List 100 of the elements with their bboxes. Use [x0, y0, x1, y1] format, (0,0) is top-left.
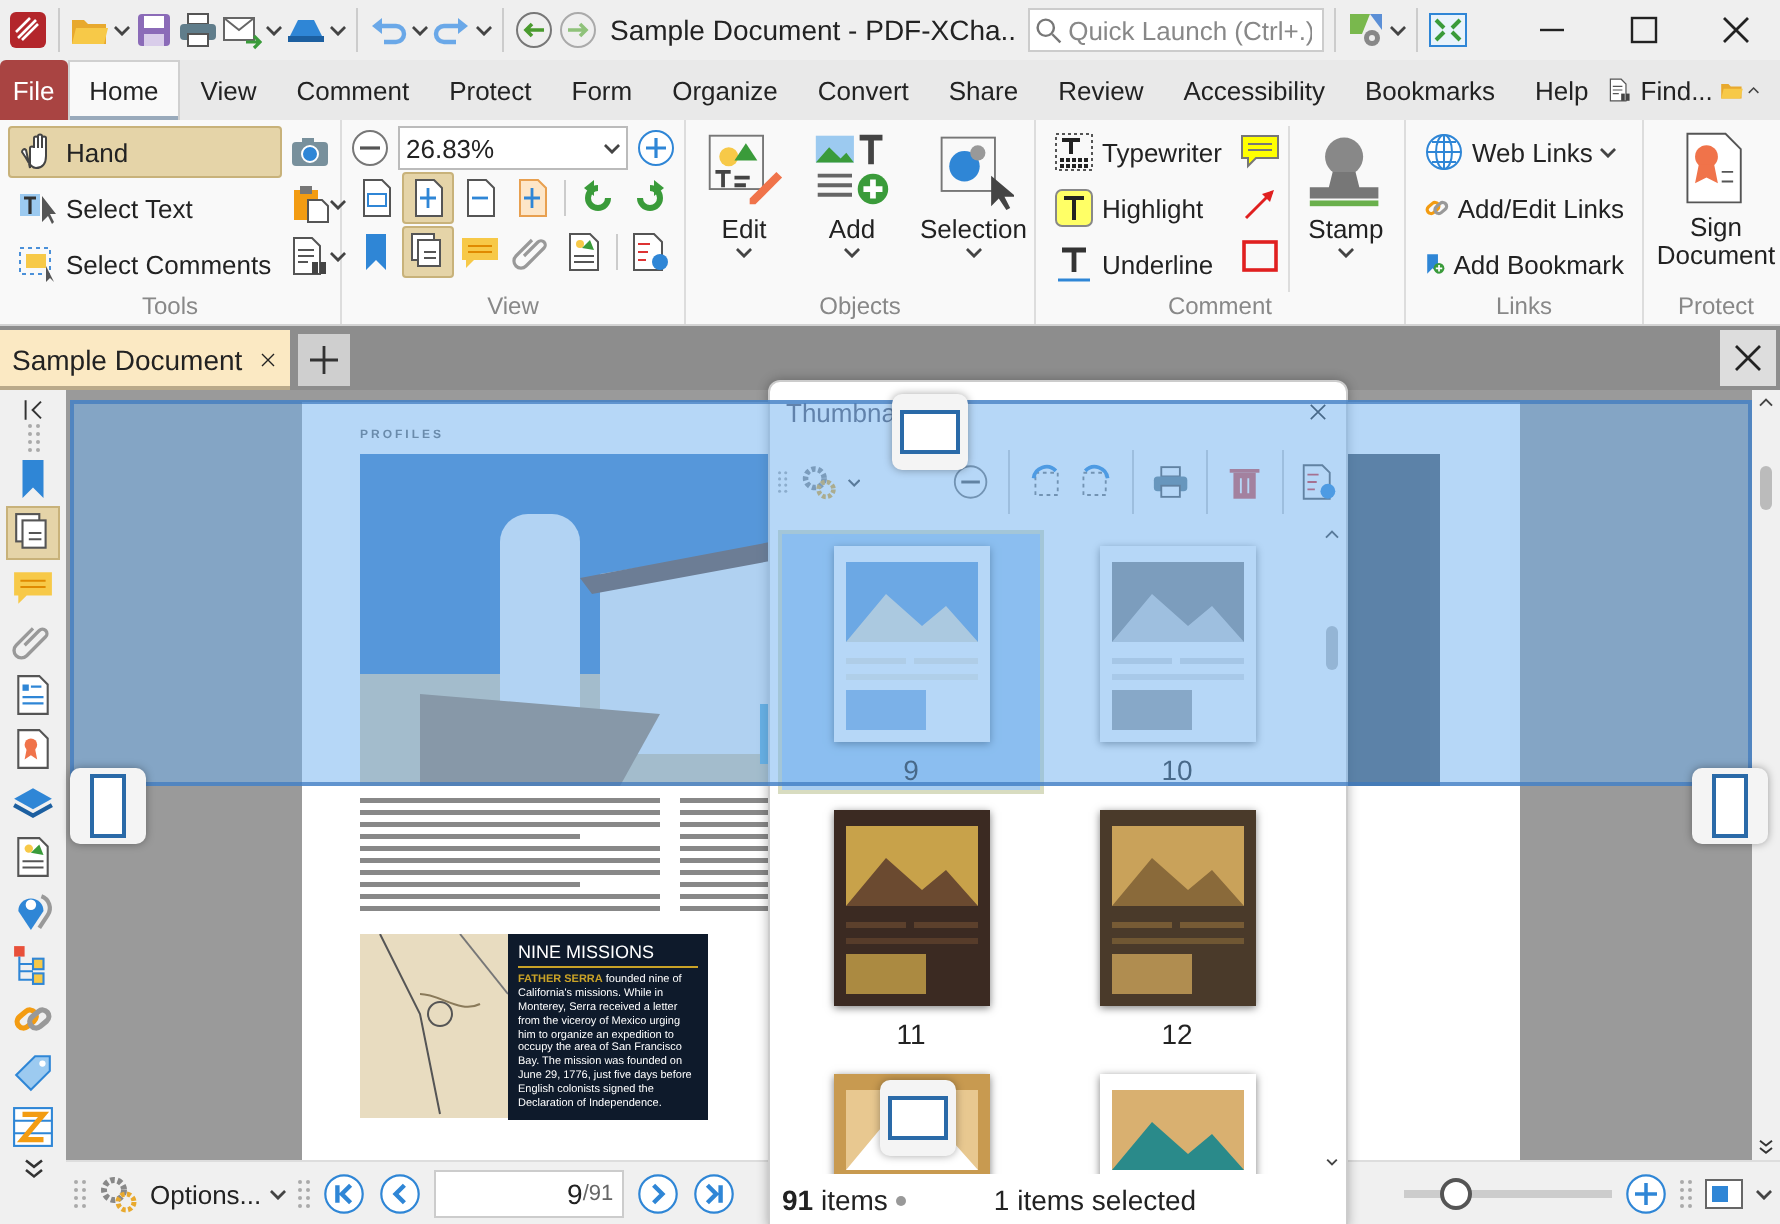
- ribbon-tab[interactable]: Protect: [429, 60, 552, 120]
- box-heading: NINE MISSIONS: [518, 942, 698, 968]
- ribbon-button[interactable]: Selection: [910, 126, 1037, 292]
- new-tab-button[interactable]: [298, 334, 351, 386]
- dock-left-button[interactable]: [70, 768, 146, 844]
- add-icon: [812, 130, 892, 210]
- print-icon[interactable]: [178, 10, 218, 50]
- link-tool-button[interactable]: Add Bookmark: [1413, 238, 1634, 290]
- zoom-combo[interactable]: 26.83%: [398, 126, 628, 170]
- stamp-button[interactable]: Stamp: [1287, 126, 1396, 292]
- file-menu[interactable]: File: [0, 60, 68, 120]
- form-document-icon[interactable]: [12, 674, 54, 716]
- document-image-icon[interactable]: [564, 232, 604, 272]
- ribbon-tab[interactable]: View: [180, 60, 277, 120]
- document-image-icon[interactable]: [12, 836, 54, 878]
- zoom-in-icon[interactable]: [636, 128, 676, 168]
- ribbon-tab[interactable]: Bookmarks: [1345, 60, 1516, 120]
- link-tool-button[interactable]: Add/Edit Links: [1413, 182, 1634, 234]
- ribbon-button[interactable]: Add: [802, 126, 902, 292]
- ribbon-tab[interactable]: Accessibility: [1163, 60, 1346, 120]
- tool-button[interactable]: Hand: [8, 126, 282, 178]
- find-button[interactable]: Find...: [1632, 60, 1721, 120]
- zoom-in-icon[interactable]: [1624, 1172, 1668, 1216]
- tool-button[interactable]: Select Text: [8, 182, 282, 234]
- typewriter-icon: [1054, 132, 1094, 172]
- grip-icon: [74, 1180, 86, 1208]
- search-icon: [1036, 17, 1063, 43]
- separator-dot: [895, 1195, 906, 1205]
- panel-title: Thumbna: [786, 397, 896, 427]
- previous-page-icon[interactable]: [377, 1172, 422, 1216]
- zoom-out-icon[interactable]: [350, 128, 390, 168]
- highlight-icon: [1054, 188, 1094, 228]
- collapse-icon[interactable]: [19, 396, 47, 424]
- page-number: 11: [896, 1018, 926, 1050]
- dock-right-button[interactable]: [1692, 768, 1768, 844]
- close-document-button[interactable]: [1720, 330, 1776, 386]
- caret-icon: [114, 25, 130, 35]
- camera-icon[interactable]: [289, 132, 330, 172]
- options-gear-icon[interactable]: [98, 1174, 138, 1214]
- minimize-icon: [1540, 28, 1564, 32]
- document-settings-icon[interactable]: [630, 232, 670, 272]
- comment-icon[interactable]: [460, 232, 500, 272]
- ribbon-tab[interactable]: Help: [1515, 60, 1609, 120]
- rectangle-icon[interactable]: [1239, 236, 1280, 276]
- ribbon-tab[interactable]: Home: [67, 60, 181, 120]
- ribbon-tab[interactable]: Review: [1038, 60, 1164, 120]
- next-page-icon[interactable]: [635, 1172, 680, 1216]
- comment-icon[interactable]: [12, 566, 54, 608]
- ribbon-tab[interactable]: Organize: [652, 60, 798, 120]
- thumbnail[interactable]: 12: [1044, 794, 1310, 1058]
- caret-icon: [1756, 1189, 1772, 1199]
- ribbon-tab[interactable]: Convert: [797, 60, 929, 120]
- scroll-thumb[interactable]: [1760, 466, 1772, 510]
- ribbon-tab[interactable]: Comment: [276, 60, 430, 120]
- clipboard-icon[interactable]: [289, 184, 330, 224]
- caret-icon: [736, 248, 752, 258]
- fullscreen-icon[interactable]: [1428, 10, 1469, 50]
- save-icon[interactable]: [134, 10, 174, 50]
- document-binoculars-icon[interactable]: [289, 236, 330, 276]
- grip-icon: [1680, 1180, 1692, 1208]
- settings-icon[interactable]: [1346, 10, 1387, 50]
- page-number-field[interactable]: 9/91: [433, 1170, 624, 1218]
- tag-icon[interactable]: [12, 1052, 54, 1094]
- tool-button[interactable]: Select Comments: [8, 238, 282, 290]
- close-icon[interactable]: [258, 350, 279, 370]
- location-pin-icon[interactable]: [12, 890, 54, 932]
- caret-icon: [266, 25, 282, 35]
- z-document-icon[interactable]: [12, 1106, 54, 1148]
- arrow-icon[interactable]: [1239, 184, 1280, 224]
- forward-icon[interactable]: [558, 10, 598, 50]
- comment-tool-button[interactable]: Highlight: [1044, 182, 1232, 234]
- dock-top-button[interactable]: [892, 394, 968, 470]
- window-title: Sample Document - PDF-XCha..: [610, 14, 1017, 46]
- comment-tool-button[interactable]: Underline: [1044, 238, 1232, 290]
- options-button[interactable]: Options...: [150, 1179, 286, 1209]
- back-icon[interactable]: [514, 10, 554, 50]
- sign-document-button[interactable]: Sign Document: [1651, 126, 1780, 292]
- group-label: View: [485, 292, 541, 324]
- callout-icon[interactable]: [1239, 132, 1280, 172]
- globe-icon: [1423, 132, 1464, 172]
- dock-bottom-button[interactable]: [880, 1080, 956, 1156]
- scroll-down-icon[interactable]: [1754, 1136, 1778, 1160]
- caret-icon: [1337, 248, 1354, 258]
- ribbon-tab[interactable]: Form: [551, 60, 653, 120]
- view-mode-icon[interactable]: [1704, 1174, 1744, 1214]
- quick-launch-field[interactable]: Quick Launch (Ctrl+.): [1028, 8, 1325, 52]
- first-page-icon[interactable]: [321, 1172, 366, 1216]
- select-comments-icon: [18, 244, 58, 284]
- caret-icon: [412, 25, 428, 35]
- comment-tool-button[interactable]: Typewriter: [1044, 126, 1232, 178]
- caret-icon: [1600, 147, 1617, 157]
- thumbnail[interactable]: 11: [778, 794, 1044, 1058]
- underline-icon: [1054, 244, 1094, 284]
- group-label: Tools: [139, 292, 200, 324]
- document-tab[interactable]: Sample Document: [0, 330, 291, 390]
- last-page-icon[interactable]: [691, 1172, 736, 1216]
- certificate-icon[interactable]: [12, 728, 54, 770]
- ribbon-button[interactable]: Edit: [694, 126, 794, 292]
- link-tool-button[interactable]: Web Links: [1413, 126, 1634, 178]
- ribbon-tab[interactable]: Share: [928, 60, 1039, 120]
